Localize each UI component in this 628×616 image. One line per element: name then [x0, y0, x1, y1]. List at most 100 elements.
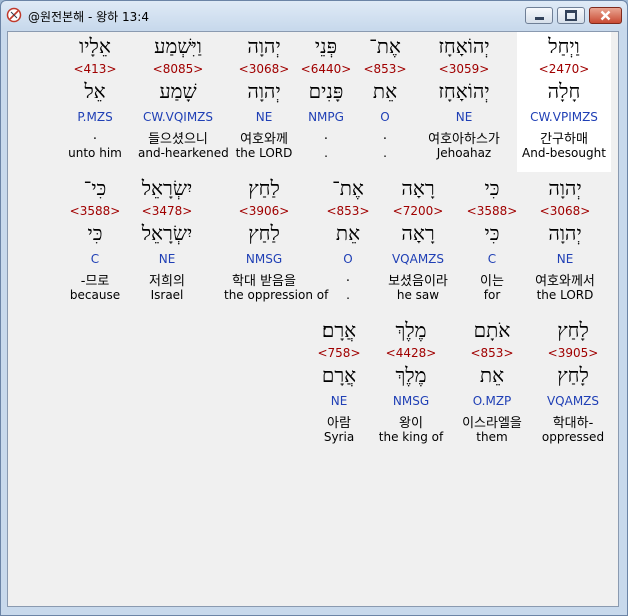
hebrew-word: יִשְׂרָאֵל [141, 176, 193, 200]
word-cell[interactable]: לָחַץ <3905> לָחַץ VQAMZS 학대하-oppressed [533, 316, 613, 456]
korean-gloss: . [92, 128, 98, 143]
word-cell[interactable]: יְהוָה <3068> יְהוָה NE 여호와께서 the LORD [525, 174, 605, 314]
hebrew-word: וַיִּשְׁמַע [154, 34, 202, 58]
strong-number: <3906> [238, 204, 290, 218]
word-cell[interactable]: אֲרָם׃ <758> אֲרָם NE 아람 Syria [299, 316, 379, 456]
hebrew-lemma: אֵל [84, 79, 106, 103]
hebrew-word: רָאָה [401, 176, 435, 200]
hebrew-word: אֶת־ [332, 176, 364, 200]
korean-gloss: 저희의 [149, 274, 185, 289]
hebrew-word: לָחַץ [557, 318, 589, 342]
maximize-button[interactable] [557, 7, 585, 24]
restore-icon [558, 8, 584, 23]
word-cell[interactable]: וַיְחַל <2470> חָלָה CW.VPIMZS 간구하매 And-besou… [517, 32, 611, 172]
korean-gloss: -므로 [80, 274, 110, 289]
strong-number: <3478> [141, 204, 193, 218]
word-cell[interactable]: אֹתָם <853> אֵת O.MZP 이스라엘을 them [452, 316, 532, 456]
hebrew-lemma: לָחַץ [557, 363, 589, 387]
morphology-code: CW.VPIMZS [530, 110, 598, 124]
hebrew-word: כִּי־ [83, 176, 107, 200]
english-gloss: because [69, 288, 121, 302]
english-gloss: unto him [68, 146, 122, 160]
morphology-code: C [90, 252, 100, 266]
hebrew-word: לַחַץ [248, 176, 280, 200]
english-gloss: oppressed [541, 430, 605, 444]
english-gloss: the oppression of [224, 288, 329, 302]
hebrew-lemma: יְהוָה [548, 221, 582, 245]
morphology-code: VQAMZS [546, 394, 600, 408]
english-gloss: And-besought [522, 146, 606, 160]
word-cell[interactable]: אֵלָיו <413> אֵל P.MZS. unto him [55, 32, 135, 172]
morphology-code: VQAMZS [391, 252, 445, 266]
hebrew-word: מֶלֶךְ [395, 318, 427, 342]
strong-number: <3059> [438, 62, 490, 76]
close-button[interactable] [589, 7, 622, 24]
strong-number: <3588> [69, 204, 121, 218]
hebrew-lemma: לַחַץ [248, 221, 280, 245]
hebrew-word: יְהוָה [247, 34, 281, 58]
morphology-code: NMSG [245, 252, 283, 266]
hebrew-lemma: אֵת [479, 363, 505, 387]
morphology-code: NE [330, 394, 348, 408]
strong-number: <3068> [238, 62, 290, 76]
word-cell[interactable]: יִשְׂרָאֵל <3478> יִשְׂרָאֵל NE 저희의 Israel [127, 174, 207, 314]
morphology-code: NE [455, 110, 473, 124]
strong-number: <413> [73, 62, 117, 76]
hebrew-lemma: מֶלֶךְ [395, 363, 427, 387]
interlinear-view[interactable]: וַיְחַל <2470> חָלָה CW.VPIMZS 간구하매 And-besou… [7, 31, 619, 607]
korean-gloss: 보셨음이라 [388, 274, 448, 289]
morphology-code: NE [255, 110, 273, 124]
korean-gloss: 여호와께서 [535, 274, 595, 289]
strong-number: <758> [317, 346, 361, 360]
hebrew-lemma: יִשְׂרָאֵל [141, 221, 193, 245]
hebrew-word: יְהוָה [548, 176, 582, 200]
hebrew-lemma: חָלָה [547, 79, 581, 103]
word-cell[interactable]: יְהוֹאָחָז <3059> יְהוֹאָחָז NE 여호아하스가 Jehoah… [424, 32, 504, 172]
hebrew-lemma: כִּי [484, 221, 500, 245]
window-title: @원전본해 - 왕하 13:4 [28, 10, 149, 24]
word-cell[interactable]: כִּי־ <3588> כִּי C -므로 because [55, 174, 135, 314]
hebrew-word: יְהוֹאָחָז [438, 34, 490, 58]
hebrew-lemma: רָאָה [401, 221, 435, 245]
hebrew-word: אֹתָם [473, 318, 511, 342]
korean-gloss: 학대하- [552, 416, 594, 431]
korean-gloss: 간구하매 [540, 132, 588, 147]
strong-number: <7200> [392, 204, 444, 218]
word-cell[interactable]: לַחַץ <3906> לַחַץ NMSG 학대 받음을 the oppression… [224, 174, 329, 314]
english-gloss: Syria [323, 430, 355, 444]
morphology-code: NE [158, 252, 176, 266]
english-gloss: the LORD [536, 288, 594, 302]
morphology-code: P.MZS [77, 110, 113, 124]
word-cell[interactable]: כִּי <3588> כִּי C 이는 for [452, 174, 532, 314]
morphology-code: NE [556, 252, 574, 266]
korean-gloss: 왕이 [399, 416, 423, 431]
hebrew-lemma: שָׁמַע [159, 79, 197, 103]
minimize-button[interactable] [525, 7, 553, 24]
title-bar[interactable]: @원전본해 - 왕하 13:4 [1, 1, 627, 29]
word-cell[interactable]: רָאָה <7200> רָאָה VQAMZS 보셨음이라 he saw [378, 174, 458, 314]
hebrew-word: אֲרָם׃ [321, 318, 357, 342]
word-cell[interactable]: וַיִּשְׁמַע <8085> שָׁמַע CW.VQIMZS 들으셨으니 and… [138, 32, 229, 172]
morphology-code: NMSG [392, 394, 430, 408]
korean-gloss: 이스라엘을 [462, 416, 522, 431]
strong-number: <8085> [152, 62, 204, 76]
strong-number: <2470> [538, 62, 590, 76]
hebrew-word: כִּי [484, 176, 500, 200]
morphology-code: CW.VQIMZS [142, 110, 214, 124]
strong-number: <4428> [385, 346, 437, 360]
english-gloss: Jehoahaz [436, 146, 492, 160]
korean-gloss: 이는 [480, 274, 504, 289]
morphology-code: C [487, 252, 497, 266]
hebrew-word: וַיְחַל [548, 34, 580, 58]
english-gloss: the LORD [235, 146, 293, 160]
word-cell[interactable]: מֶלֶךְ <4428> מֶלֶךְ NMSG 왕이 the king of [371, 316, 451, 456]
minimize-icon [526, 8, 552, 23]
hebrew-lemma: כִּי [87, 221, 103, 245]
korean-gloss: . [345, 270, 351, 285]
korean-gloss: 학대 받음을 [232, 274, 296, 289]
word-cell[interactable]: יְהוָה <3068> יְהוָה NE 여호와께 the LORD [224, 32, 304, 172]
hebrew-word: אֵלָיו [79, 34, 111, 58]
hebrew-lemma: אֵת [335, 221, 361, 245]
strong-number: <3068> [539, 204, 591, 218]
strong-number: <3588> [466, 204, 518, 218]
